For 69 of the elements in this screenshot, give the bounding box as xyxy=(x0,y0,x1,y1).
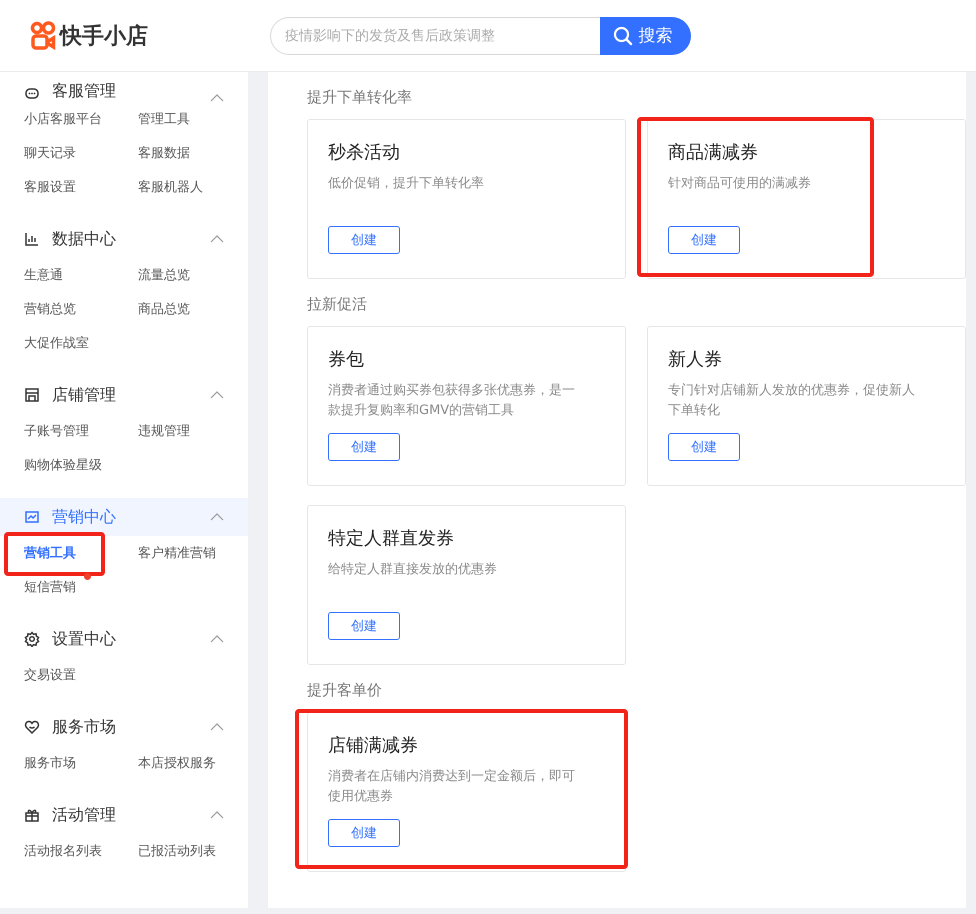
section-title: 提升客单价 xyxy=(307,681,383,701)
menu-item[interactable]: 客服数据 xyxy=(138,144,190,162)
settings-icon xyxy=(24,631,40,647)
chevron-up-icon xyxy=(210,513,224,521)
menu-group-header[interactable]: 设置中心 xyxy=(0,620,248,658)
menu-item[interactable]: 客服机器人 xyxy=(138,178,203,196)
chat-bubble-icon xyxy=(24,86,40,102)
menu-item[interactable]: 商品总览 xyxy=(138,300,190,318)
chevron-up-icon xyxy=(210,391,224,399)
create-button[interactable]: 创建 xyxy=(328,819,400,847)
logo-text: 快手小店 xyxy=(60,22,148,50)
chevron-up-icon xyxy=(210,235,224,243)
menu-item[interactable]: 短信营销 xyxy=(24,578,76,596)
menu-item[interactable]: 客户精准营销 xyxy=(138,544,216,562)
card-description: 消费者通过购买券包获得多张优惠券，是一款提升复购率和GMV的营销工具 xyxy=(328,382,576,420)
create-button[interactable]: 创建 xyxy=(668,226,740,254)
menu-item[interactable]: 交易设置 xyxy=(24,666,76,684)
menu-group-header[interactable]: 店铺管理 xyxy=(0,376,248,414)
menu-item[interactable]: 大促作战室 xyxy=(24,334,89,352)
menu-item[interactable]: 违规管理 xyxy=(138,422,190,440)
menu-group-header[interactable]: 营销中心 xyxy=(0,498,248,536)
menu-item[interactable]: 已报活动列表 xyxy=(138,842,216,860)
section-title: 提升下单转化率 xyxy=(307,88,413,108)
search-icon xyxy=(612,26,632,46)
line-chart-icon xyxy=(24,509,40,525)
menu-item[interactable]: 活动报名列表 xyxy=(24,842,102,860)
menu-item[interactable]: 服务市场 xyxy=(24,754,76,772)
card-description: 针对商品可使用的满减券 xyxy=(668,175,812,193)
chevron-up-icon xyxy=(210,635,224,643)
card-title: 新人券 xyxy=(668,348,723,371)
menu-item[interactable]: 聊天记录 xyxy=(24,144,76,162)
card-description: 给特定人群直接发放的优惠券 xyxy=(328,561,498,579)
chevron-up-icon xyxy=(210,811,224,819)
menu-item[interactable]: 营销工具 xyxy=(24,544,76,562)
menu-item[interactable]: 流量总览 xyxy=(138,266,190,284)
search-button[interactable]: 搜索 xyxy=(600,16,691,54)
card-description: 低价促销，提升下单转化率 xyxy=(328,175,485,193)
search-field[interactable]: 疫情影响下的发货及售后政策调整 xyxy=(270,16,600,54)
card-description: 专门针对店铺新人发放的优惠券，促使新人下单转化 xyxy=(668,382,916,420)
create-button[interactable]: 创建 xyxy=(328,612,400,640)
heart-icon xyxy=(24,719,40,735)
card-description: 消费者在店铺内消费达到一定金额后，即可使用优惠券 xyxy=(328,768,576,806)
create-button[interactable]: 创建 xyxy=(328,226,400,254)
chevron-up-icon xyxy=(210,94,224,102)
menu-item[interactable]: 购物体验星级 xyxy=(24,456,102,474)
chevron-up-icon xyxy=(210,723,224,731)
bar-chart-icon xyxy=(24,231,40,247)
menu-group-header[interactable]: 客服管理 xyxy=(0,72,248,102)
store-icon xyxy=(24,387,40,403)
section-title: 拉新促活 xyxy=(307,295,368,315)
create-button[interactable]: 创建 xyxy=(668,433,740,461)
gift-icon xyxy=(24,807,40,823)
menu-item[interactable]: 本店授权服务 xyxy=(138,754,216,772)
menu-item[interactable]: 子账号管理 xyxy=(24,422,89,440)
card-title: 券包 xyxy=(328,348,365,371)
create-button[interactable]: 创建 xyxy=(328,433,400,461)
menu-item[interactable]: 客服设置 xyxy=(24,178,76,196)
card-title: 秒杀活动 xyxy=(328,141,401,164)
card-title: 商品满减券 xyxy=(668,141,759,164)
menu-item[interactable]: 小店客服平台 xyxy=(24,110,102,128)
menu-item[interactable]: 管理工具 xyxy=(138,110,190,128)
card-title: 特定人群直发券 xyxy=(328,527,455,550)
menu-item[interactable]: 生意通 xyxy=(24,266,63,284)
menu-item[interactable]: 营销总览 xyxy=(24,300,76,318)
logo-icon xyxy=(30,20,56,50)
menu-group-header[interactable]: 数据中心 xyxy=(0,220,248,258)
card-title: 店铺满减券 xyxy=(328,734,419,757)
menu-group-header[interactable]: 服务市场 xyxy=(0,708,248,746)
menu-group-header[interactable]: 活动管理 xyxy=(0,796,248,834)
